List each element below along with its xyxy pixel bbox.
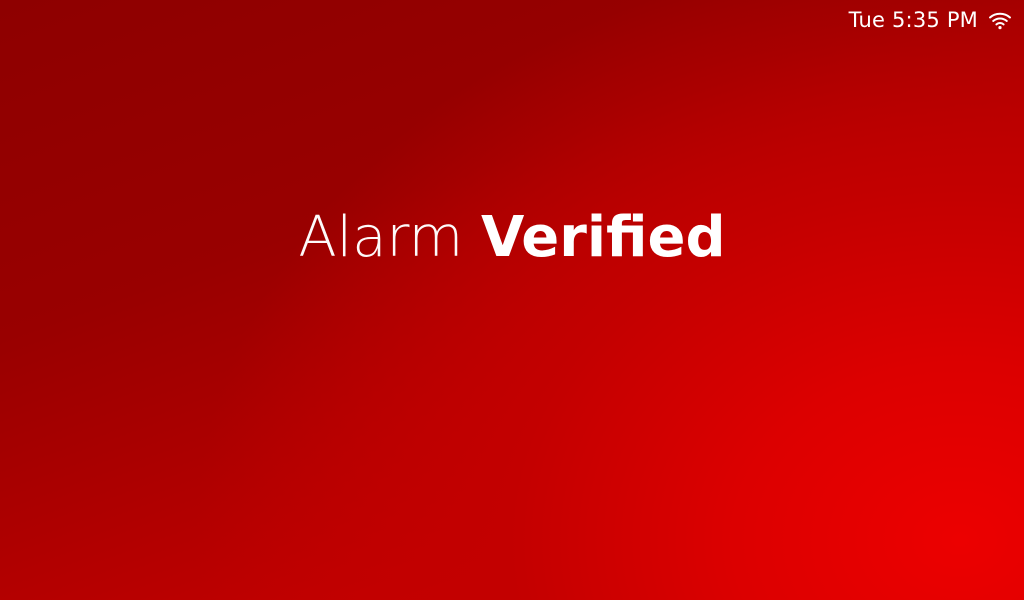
alarm-verified-screen: { "status_bar": { "time": "Tue 5:35 PM",… xyxy=(0,0,1024,600)
alarm-status-heading: Alarm Verified xyxy=(0,202,1024,274)
status-time: Tue 5:35 PM xyxy=(848,8,978,32)
status-bar: Tue 5:35 PM xyxy=(849,0,1024,40)
heading-word-verified: Verified xyxy=(480,205,726,270)
wifi-icon xyxy=(988,10,1012,30)
heading-word-alarm: Alarm xyxy=(298,205,464,270)
